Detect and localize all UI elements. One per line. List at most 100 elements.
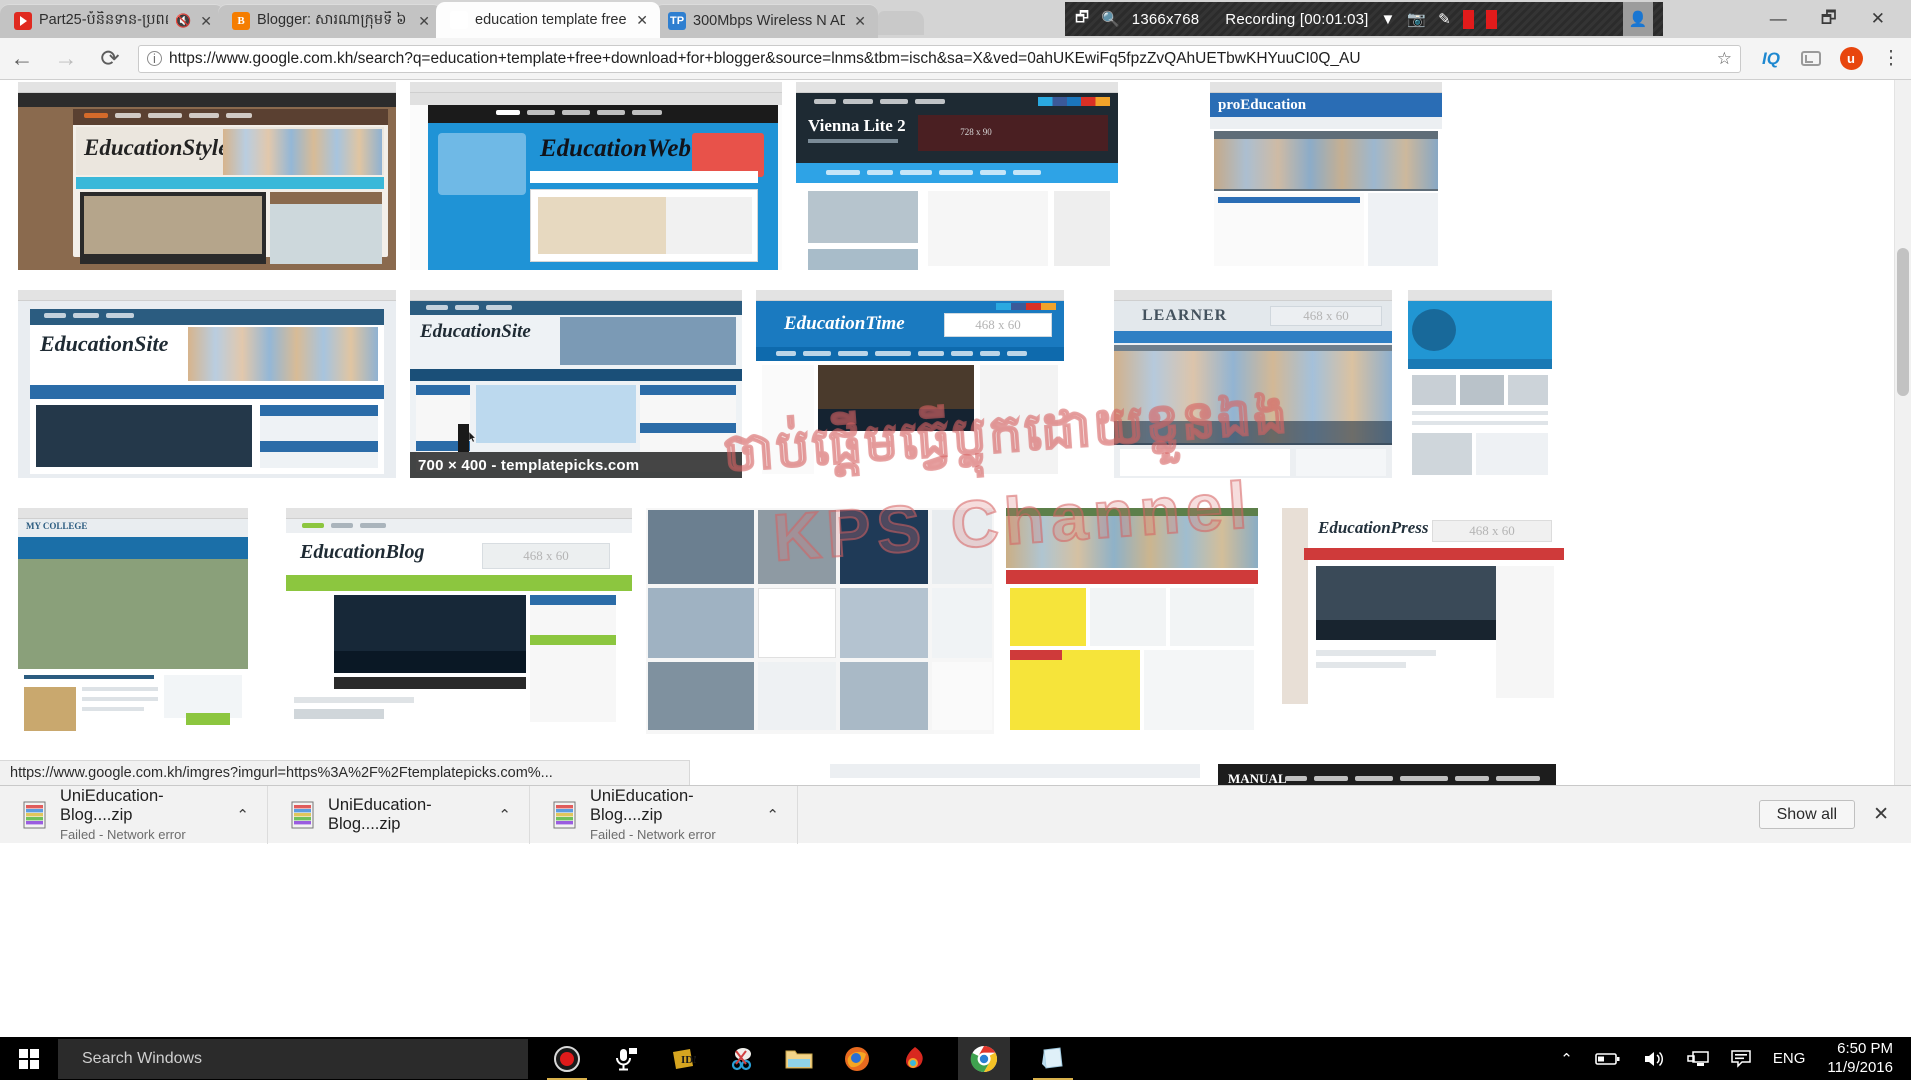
minimize-icon[interactable]: —: [1770, 9, 1787, 29]
tab-close-icon[interactable]: ✕: [852, 13, 868, 30]
chevron-up-icon[interactable]: ⌃: [766, 806, 779, 824]
mouse-cursor: [458, 424, 476, 452]
download-item[interactable]: UniEducation-Blog....zip Failed - Networ…: [0, 785, 268, 844]
template-preview: LEARNER 468 x 60: [1114, 301, 1392, 478]
thumb-misc-blue[interactable]: [1408, 290, 1552, 478]
template-title: EducationTime: [784, 313, 905, 334]
action-center-icon[interactable]: [1731, 1049, 1751, 1068]
restore-icon[interactable]: 🗗: [1821, 5, 1837, 34]
browser-chrome-strip: [1210, 82, 1442, 93]
tab-close-icon[interactable]: ✕: [416, 13, 432, 30]
thumb-mycollege[interactable]: MY COLLEGE: [18, 508, 248, 740]
page-scrollbar-track[interactable]: [1894, 80, 1911, 785]
thumb-educationpress[interactable]: EducationPress 468 x 60: [1282, 508, 1564, 704]
screen-recorder-toolbar[interactable]: 🗗 🔍 1366x768 Recording [00:01:03] ▼ 📷 ✎ …: [1065, 2, 1663, 36]
thumb-educationweb[interactable]: EducationWeb: [410, 82, 782, 270]
thumb-row4-manual[interactable]: MANUAL: [1218, 764, 1556, 785]
thumb-educationstyle[interactable]: EducationStyle: [18, 82, 396, 270]
recorder-status: Recording [00:01:03]: [1225, 10, 1369, 28]
speaker-icon[interactable]: [1643, 1050, 1665, 1068]
template-preview: EducationPress 468 x 60: [830, 764, 1200, 785]
download-item[interactable]: UniEducation-Blog....zip Failed - Networ…: [530, 785, 798, 844]
idm-icon[interactable]: IDM: [668, 1044, 698, 1074]
camera-icon[interactable]: 📷: [1407, 10, 1426, 28]
record-button-icon[interactable]: [547, 1044, 587, 1080]
stop-icon[interactable]: [1485, 9, 1497, 29]
system-tray: ⌃ ENG 6:50 PM 11/9/2016: [1560, 1040, 1911, 1078]
address-bar[interactable]: i https://www.google.com.kh/search?q=edu…: [138, 44, 1741, 73]
download-item[interactable]: UniEducation-Blog....zip ⌃: [268, 785, 530, 844]
template-preview: EducationSite: [18, 301, 396, 478]
search-input[interactable]: Search Windows: [58, 1038, 528, 1079]
chrome-menu-icon[interactable]: ⋮: [1871, 38, 1911, 80]
clock-time: 6:50 PM: [1837, 1039, 1893, 1057]
tab-google-images[interactable]: G education template free ✕: [436, 2, 660, 38]
forward-arrow-icon[interactable]: →: [44, 38, 88, 80]
firefox-icon[interactable]: [842, 1044, 872, 1074]
image-results-grid: EducationStyle EducationWeb Vienna Lite …: [18, 80, 1887, 785]
thumb-educationsite[interactable]: EducationSite: [18, 290, 396, 478]
tab-blogger[interactable]: B Blogger: សារណាក្រុមទី ៦ ✕: [218, 4, 442, 38]
template-preview: EducationWeb: [410, 93, 782, 270]
magnifier-icon[interactable]: 🔍: [1101, 10, 1120, 28]
template-title: EducationSite: [40, 331, 169, 356]
blogger-icon: B: [232, 12, 250, 30]
tab-close-icon[interactable]: ✕: [634, 12, 650, 29]
chevron-up-icon[interactable]: ⌃: [498, 806, 511, 824]
thumb-row4-educationpress[interactable]: EducationPress 468 x 60: [830, 764, 1200, 785]
info-icon[interactable]: i: [147, 51, 162, 66]
tab-mute-icon[interactable]: 🔇: [175, 13, 191, 29]
chevron-up-icon[interactable]: ⌃: [236, 806, 249, 824]
browser-window: Part25-បំនិនទាន-ប្រពណ្ឌ 🔇 ✕ B Blogger: ស…: [0, 0, 1911, 1080]
taskbar-app-list: IDM: [547, 1037, 1073, 1080]
close-icon[interactable]: ✕: [1871, 9, 1885, 29]
bookmark-star-icon[interactable]: ☆: [1717, 49, 1732, 69]
browser-chrome-strip: [18, 82, 396, 93]
scissors-icon[interactable]: [726, 1044, 756, 1074]
back-arrow-icon[interactable]: ←: [0, 38, 44, 80]
chrome-icon[interactable]: [958, 1037, 1010, 1080]
account-icon[interactable]: 👤: [1623, 2, 1653, 36]
new-tab-button[interactable]: [878, 11, 924, 35]
download-status: Failed - Network error: [590, 827, 716, 842]
download-file-name: UniEducation-Blog....zip: [60, 787, 164, 824]
microphone-icon[interactable]: [610, 1044, 640, 1074]
template-preview: EducationTime 468 x 60: [756, 301, 1064, 478]
thumb-educationblog[interactable]: EducationBlog 468 x 60: [286, 508, 632, 726]
page-scrollbar-thumb[interactable]: [1897, 248, 1909, 396]
chevron-down-icon[interactable]: ▼: [1381, 11, 1396, 28]
torch-browser-icon[interactable]: [900, 1044, 930, 1074]
thumb-proeducation[interactable]: proEducation: [1210, 82, 1442, 270]
iq-extension-icon[interactable]: IQ: [1751, 38, 1791, 80]
pause-icon[interactable]: [1462, 9, 1474, 29]
thumb-yellow-grid[interactable]: [1006, 508, 1258, 734]
browser-chrome-strip: [410, 82, 782, 93]
language-indicator[interactable]: ENG: [1773, 1050, 1806, 1067]
windows-start-icon[interactable]: [0, 1037, 58, 1080]
thumb-collage[interactable]: [646, 508, 994, 734]
tab-title: Part25-បំនិនទាន-ប្រពណ្ឌ: [39, 11, 168, 28]
close-icon[interactable]: ✕: [1873, 803, 1889, 826]
tab-youtube[interactable]: Part25-បំនិនទាន-ប្រពណ្ឌ 🔇 ✕: [0, 4, 224, 38]
reload-icon[interactable]: ⟳: [88, 38, 132, 80]
network-icon[interactable]: [1687, 1050, 1709, 1068]
pencil-icon[interactable]: ✎: [1438, 10, 1451, 28]
battery-icon[interactable]: [1595, 1052, 1621, 1066]
notepad-icon[interactable]: [1033, 1044, 1073, 1080]
template-preview: proEducation: [1210, 93, 1442, 270]
chevron-up-icon[interactable]: ⌃: [1560, 1050, 1573, 1068]
tab-close-icon[interactable]: ✕: [198, 13, 214, 30]
tab-tplink[interactable]: TP 300Mbps Wireless N ADS ✕: [654, 4, 878, 38]
orange-extension-icon[interactable]: u: [1831, 38, 1871, 80]
download-file-name: UniEducation-Blog....zip: [590, 787, 694, 824]
clock[interactable]: 6:50 PM 11/9/2016: [1827, 1040, 1893, 1078]
thumb-learner[interactable]: LEARNER 468 x 60: [1114, 290, 1392, 478]
template-preview: MY COLLEGE: [18, 519, 248, 740]
cast-extension-icon[interactable]: [1791, 38, 1831, 80]
window-select-icon[interactable]: 🗗: [1075, 7, 1089, 32]
thumb-vienna-lite-2[interactable]: Vienna Lite 2 728 x 90: [796, 82, 1118, 270]
thumb-educationtime[interactable]: EducationTime 468 x 60: [756, 290, 1064, 478]
show-all-downloads-button[interactable]: Show all: [1758, 800, 1856, 829]
template-title: EducationPress: [1318, 518, 1429, 537]
folder-icon[interactable]: [784, 1044, 814, 1074]
